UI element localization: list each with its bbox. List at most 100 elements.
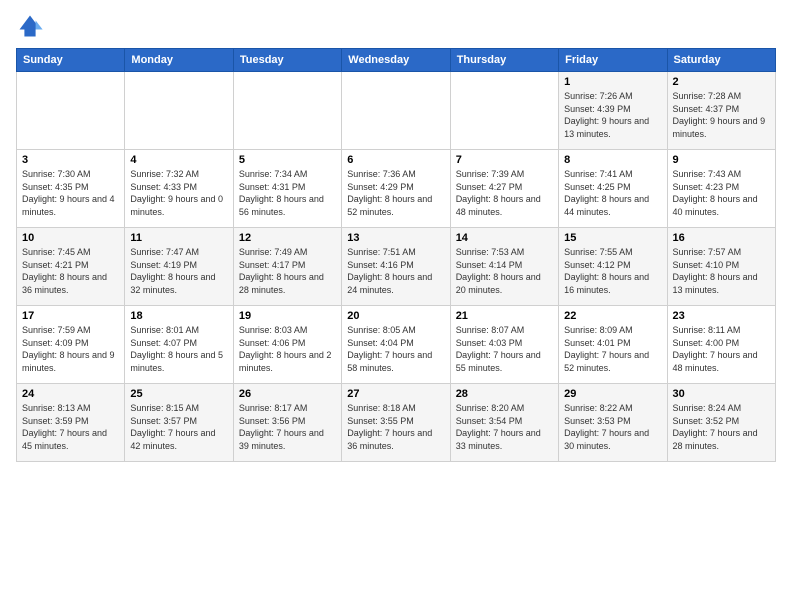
day-header-thursday: Thursday [450,49,558,72]
day-number: 2 [673,76,770,88]
calendar-cell: 12 Sunrise: 7:49 AMSunset: 4:17 PMDayligh… [233,228,341,306]
day-info: Sunrise: 7:26 AMSunset: 4:39 PMDaylight:… [564,90,661,140]
day-info: Sunrise: 7:45 AMSunset: 4:21 PMDaylight:… [22,246,119,296]
day-info: Sunrise: 7:28 AMSunset: 4:37 PMDaylight:… [673,90,770,140]
day-info: Sunrise: 8:15 AMSunset: 3:57 PMDaylight:… [130,402,227,452]
calendar-cell: 5 Sunrise: 7:34 AMSunset: 4:31 PMDaylight… [233,150,341,228]
calendar-cell: 4 Sunrise: 7:32 AMSunset: 4:33 PMDaylight… [125,150,233,228]
day-header-monday: Monday [125,49,233,72]
calendar-cell: 9Sunrise: 7:43 AMSunset: 4:23 PMDaylight… [667,150,775,228]
calendar-cell: 1Sunrise: 7:26 AMSunset: 4:39 PMDaylight… [559,72,667,150]
day-header-wednesday: Wednesday [342,49,450,72]
day-number: 17 [22,310,119,322]
calendar-cell [17,72,125,150]
day-info: Sunrise: 7:53 AMSunset: 4:14 PMDaylight:… [456,246,553,296]
day-number: 21 [456,310,553,322]
day-info: Sunrise: 8:01 AMSunset: 4:07 PMDaylight:… [130,324,227,374]
day-info: Sunrise: 7:51 AMSunset: 4:16 PMDaylight:… [347,246,444,296]
day-info: Sunrise: 7:30 AMSunset: 4:35 PMDaylight:… [22,168,119,218]
calendar-cell: 23 Sunrise: 8:11 AMSunset: 4:00 PMDayligh… [667,306,775,384]
calendar-cell: 18 Sunrise: 8:01 AMSunset: 4:07 PMDayligh… [125,306,233,384]
calendar-cell: 26 Sunrise: 8:17 AMSunset: 3:56 PMDayligh… [233,384,341,462]
calendar-cell: 7 Sunrise: 7:39 AMSunset: 4:27 PMDaylight… [450,150,558,228]
day-info: Sunrise: 7:59 AMSunset: 4:09 PMDaylight:… [22,324,119,374]
calendar-cell [233,72,341,150]
day-info: Sunrise: 8:09 AMSunset: 4:01 PMDaylight:… [564,324,661,374]
day-info: Sunrise: 8:17 AMSunset: 3:56 PMDaylight:… [239,402,336,452]
calendar-cell: 17 Sunrise: 7:59 AMSunset: 4:09 PMDayligh… [17,306,125,384]
day-number: 24 [22,388,119,400]
day-number: 20 [347,310,444,322]
calendar-cell: 6Sunrise: 7:36 AMSunset: 4:29 PMDaylight… [342,150,450,228]
day-info: Sunrise: 8:20 AMSunset: 3:54 PMDaylight:… [456,402,553,452]
page: SundayMondayTuesdayWednesdayThursdayFrid… [0,0,792,470]
day-number: 29 [564,388,661,400]
week-row-3: 17 Sunrise: 7:59 AMSunset: 4:09 PMDayligh… [17,306,776,384]
day-number: 4 [130,154,227,166]
day-number: 8 [564,154,661,166]
calendar-cell: 25 Sunrise: 8:15 AMSunset: 3:57 PMDayligh… [125,384,233,462]
calendar-cell: 16 Sunrise: 7:57 AMSunset: 4:10 PMDayligh… [667,228,775,306]
day-number: 11 [130,232,227,244]
week-row-4: 24Sunrise: 8:13 AMSunset: 3:59 PMDayligh… [17,384,776,462]
day-number: 5 [239,154,336,166]
day-number: 22 [564,310,661,322]
day-info: Sunrise: 7:32 AMSunset: 4:33 PMDaylight:… [130,168,227,218]
day-number: 26 [239,388,336,400]
day-number: 15 [564,232,661,244]
calendar-cell: 2 Sunrise: 7:28 AMSunset: 4:37 PMDaylight… [667,72,775,150]
day-header-saturday: Saturday [667,49,775,72]
calendar-cell: 28 Sunrise: 8:20 AMSunset: 3:54 PMDayligh… [450,384,558,462]
calendar-cell: 27 Sunrise: 8:18 AMSunset: 3:55 PMDayligh… [342,384,450,462]
day-info: Sunrise: 8:18 AMSunset: 3:55 PMDaylight:… [347,402,444,452]
day-number: 28 [456,388,553,400]
day-info: Sunrise: 8:22 AMSunset: 3:53 PMDaylight:… [564,402,661,452]
day-info: Sunrise: 8:03 AMSunset: 4:06 PMDaylight:… [239,324,336,374]
day-header-tuesday: Tuesday [233,49,341,72]
day-number: 14 [456,232,553,244]
day-info: Sunrise: 7:49 AMSunset: 4:17 PMDaylight:… [239,246,336,296]
days-header-row: SundayMondayTuesdayWednesdayThursdayFrid… [17,49,776,72]
calendar-cell: 20 Sunrise: 8:05 AMSunset: 4:04 PMDayligh… [342,306,450,384]
day-info: Sunrise: 8:05 AMSunset: 4:04 PMDaylight:… [347,324,444,374]
calendar-cell: 14 Sunrise: 7:53 AMSunset: 4:14 PMDayligh… [450,228,558,306]
day-info: Sunrise: 8:24 AMSunset: 3:52 PMDaylight:… [673,402,770,452]
day-number: 10 [22,232,119,244]
day-info: Sunrise: 7:57 AMSunset: 4:10 PMDaylight:… [673,246,770,296]
calendar-cell: 30 Sunrise: 8:24 AMSunset: 3:52 PMDayligh… [667,384,775,462]
calendar-table: SundayMondayTuesdayWednesdayThursdayFrid… [16,48,776,462]
logo-icon [16,12,44,40]
calendar-cell: 24Sunrise: 8:13 AMSunset: 3:59 PMDayligh… [17,384,125,462]
calendar-cell [342,72,450,150]
day-number: 16 [673,232,770,244]
day-info: Sunrise: 7:36 AMSunset: 4:29 PMDaylight:… [347,168,444,218]
day-number: 12 [239,232,336,244]
week-row-0: 1Sunrise: 7:26 AMSunset: 4:39 PMDaylight… [17,72,776,150]
day-number: 30 [673,388,770,400]
header [16,12,776,40]
calendar-cell: 13 Sunrise: 7:51 AMSunset: 4:16 PMDayligh… [342,228,450,306]
day-header-sunday: Sunday [17,49,125,72]
day-number: 27 [347,388,444,400]
day-info: Sunrise: 8:07 AMSunset: 4:03 PMDaylight:… [456,324,553,374]
day-number: 7 [456,154,553,166]
day-info: Sunrise: 7:34 AMSunset: 4:31 PMDaylight:… [239,168,336,218]
calendar-cell: 11Sunrise: 7:47 AMSunset: 4:19 PMDayligh… [125,228,233,306]
day-number: 25 [130,388,227,400]
calendar-cell: 10 Sunrise: 7:45 AMSunset: 4:21 PMDayligh… [17,228,125,306]
calendar-cell: 21 Sunrise: 8:07 AMSunset: 4:03 PMDayligh… [450,306,558,384]
calendar-cell [125,72,233,150]
day-number: 13 [347,232,444,244]
day-number: 23 [673,310,770,322]
day-number: 18 [130,310,227,322]
calendar-cell: 15Sunrise: 7:55 AMSunset: 4:12 PMDayligh… [559,228,667,306]
week-row-2: 10 Sunrise: 7:45 AMSunset: 4:21 PMDayligh… [17,228,776,306]
day-header-friday: Friday [559,49,667,72]
calendar-cell: 3Sunrise: 7:30 AMSunset: 4:35 PMDaylight… [17,150,125,228]
calendar-cell [450,72,558,150]
day-info: Sunrise: 7:43 AMSunset: 4:23 PMDaylight:… [673,168,770,218]
day-info: Sunrise: 7:41 AMSunset: 4:25 PMDaylight:… [564,168,661,218]
day-info: Sunrise: 7:39 AMSunset: 4:27 PMDaylight:… [456,168,553,218]
calendar-cell: 29 Sunrise: 8:22 AMSunset: 3:53 PMDayligh… [559,384,667,462]
day-info: Sunrise: 8:11 AMSunset: 4:00 PMDaylight:… [673,324,770,374]
